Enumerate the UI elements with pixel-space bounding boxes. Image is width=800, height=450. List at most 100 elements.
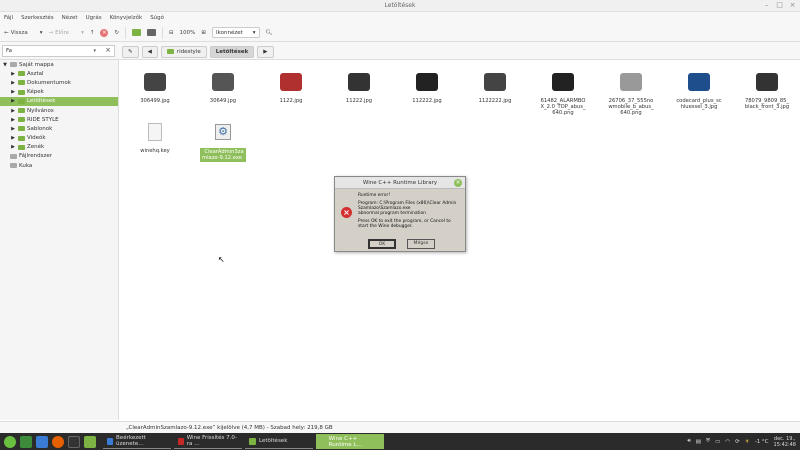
shield-icon[interactable]: ⛨ [706, 438, 710, 445]
file-item[interactable]: winehq.key [132, 118, 178, 154]
sidebar-item[interactable]: ▶ Videók [0, 134, 118, 143]
edit-path-icon[interactable]: ✎ [122, 45, 139, 58]
sidebar-item[interactable]: ▶ Asztal [0, 69, 118, 78]
clipboard-icon[interactable]: ▤ [696, 439, 701, 445]
dialog-close-icon[interactable]: × [454, 179, 462, 187]
up-icon[interactable]: ↑ [90, 30, 95, 36]
forward-button[interactable]: → Előre ▾ [49, 30, 84, 36]
clock[interactable]: dec. 19., 15:42:48 [774, 436, 796, 448]
zoom-in-icon[interactable]: ⊞ [201, 30, 206, 36]
file-item[interactable]: 1122.jpg [268, 68, 314, 104]
breadcrumb-prev-icon[interactable]: ◀ [141, 45, 158, 58]
breadcrumb-item-downloads[interactable]: Letöltések [209, 45, 255, 58]
file-item[interactable]: 11222.jpg [336, 68, 382, 104]
updates-icon[interactable]: ⟳ [735, 439, 740, 445]
sidebar-item[interactable]: ▶ Sablonok [0, 124, 118, 133]
menu-view[interactable]: Nézet [62, 12, 78, 24]
folder-icon [166, 49, 174, 54]
chevron-down-icon: ▾ [81, 29, 84, 36]
close-sidebar-icon[interactable]: × [105, 46, 111, 54]
view-mode-select[interactable]: Ikonnézet ▾ [212, 27, 260, 38]
battery-icon[interactable]: ▭ [715, 439, 720, 445]
file-name: 30649.jpg [209, 98, 237, 104]
file-item[interactable]: 112222.jpg [404, 68, 450, 104]
file-item[interactable]: 30649.jpg [200, 68, 246, 104]
taskbar-task[interactable]: Wine C++ Runtime L… [316, 434, 384, 449]
sidebar-tree: ▼ Saját mappa ▶ Asztal ▶ Dokumentumok ▶ Képek ▶ L… [0, 60, 119, 420]
folder-icon [18, 71, 25, 77]
sidebar-item[interactable]: ▶ Letöltések [0, 96, 118, 106]
menu-edit[interactable]: Szerkesztés [21, 12, 54, 24]
menu-go[interactable]: Ugrás [86, 12, 102, 24]
folder-icon [10, 153, 17, 159]
wifi-icon[interactable]: ◠ [725, 439, 730, 445]
sidebar-item[interactable]: ▶ RIDE STYLE [0, 115, 118, 124]
search-icon[interactable]: 🔍︎ [266, 30, 273, 36]
breadcrumb-next-icon[interactable]: ▶ [257, 45, 274, 58]
sidebar-item[interactable]: ▶ Dokumentumok [0, 78, 118, 87]
arrow-right-icon: → [48, 29, 54, 36]
chevron-right-icon[interactable]: ▶ [10, 89, 16, 95]
chevron-right-icon[interactable]: ▶ [10, 108, 16, 114]
chevron-right-icon[interactable]: ▶ [10, 144, 16, 150]
firefox-icon[interactable] [52, 435, 64, 448]
arrow-left-icon: ← [4, 29, 9, 36]
sidebar-item[interactable]: ▶ Zenék [0, 143, 118, 152]
file-item[interactable]: codecard_plus_schluessel_3.jpg [676, 68, 722, 110]
file-item[interactable]: 78079_9809_85_black_front_3.jpg [744, 68, 790, 110]
menu-help[interactable]: Súgó [150, 12, 164, 24]
chevron-down-icon[interactable]: ▼ [2, 62, 8, 68]
sidebar-mode-select[interactable]: Fa ▾ × [2, 45, 115, 57]
sidebar-item-label: Képek [27, 89, 44, 96]
chevron-right-icon[interactable]: ▶ [10, 126, 16, 132]
stop-icon[interactable]: × [100, 28, 109, 37]
file-item[interactable]: 61482_ALARMBOX_2.0_TOP_abus_640.png [540, 68, 586, 116]
forward-label: Előre [55, 29, 70, 36]
cancel-button[interactable]: Mégse [407, 239, 435, 249]
file-name: 1122222.jpg [478, 98, 512, 104]
volume-icon[interactable]: 🔊︎ [687, 438, 690, 445]
back-button[interactable]: ← Vissza ▾ [4, 30, 43, 36]
taskbar-task[interactable]: Beérkezett üzenete… [103, 434, 171, 449]
file-item[interactable]: 1122222.jpg [472, 68, 518, 104]
terminal-icon[interactable] [68, 435, 80, 448]
chevron-right-icon[interactable]: ▶ [10, 117, 16, 123]
file-item[interactable]: 26706_37_555nowmobile_b_abus_640.png [608, 68, 654, 116]
menu-file[interactable]: Fájl [4, 12, 13, 24]
task-label: Letöltések [259, 438, 288, 444]
chevron-right-icon[interactable]: ▶ [10, 98, 16, 104]
mail-icon[interactable] [36, 435, 48, 448]
close-icon[interactable]: × [789, 2, 796, 9]
dialog-title: Wine C++ Runtime Library [362, 180, 438, 186]
chevron-right-icon[interactable]: ▶ [10, 80, 16, 86]
home-folder-icon[interactable] [132, 29, 142, 36]
taskbar-task[interactable]: Wine Frissítés 7.0-ra … [174, 434, 242, 449]
sidebar-item[interactable]: ▶ Nyilvános [0, 106, 118, 115]
menu-launcher-icon[interactable] [4, 435, 16, 448]
sidebar-item-label: Sablonok [27, 125, 53, 132]
image-thumbnail [276, 68, 306, 96]
sidebar-item[interactable]: ▶ Képek [0, 88, 118, 97]
breadcrumb-item-ridestyle[interactable]: ridestyle [160, 45, 207, 58]
reload-icon[interactable]: ↻ [114, 30, 119, 36]
files-icon[interactable] [84, 435, 96, 448]
chevron-right-icon[interactable]: ▶ [10, 71, 16, 77]
toolbar-separator [162, 26, 164, 39]
zoom-out-icon[interactable]: ⊟ [169, 30, 174, 36]
file-item[interactable]: ⚙ ClearAdminSzamlazo-9.12.exe [200, 118, 246, 162]
sidebar-item[interactable]: Kuka [0, 161, 118, 170]
taskbar-task[interactable]: Letöltések [245, 434, 313, 449]
show-desktop-icon[interactable] [20, 435, 32, 448]
weather-icon[interactable]: ☀ [745, 439, 750, 445]
folder-icon [18, 108, 25, 114]
computer-icon[interactable] [147, 29, 157, 36]
sidebar-item[interactable]: ▼ Saját mappa [0, 60, 118, 69]
sidebar-item[interactable]: Fájlrendszer [0, 152, 118, 161]
file-item[interactable]: 306499.jpg [132, 68, 178, 104]
chevron-right-icon[interactable]: ▶ [10, 135, 16, 141]
maximize-icon[interactable]: □ [776, 2, 783, 9]
mouse-cursor-icon: ↖ [218, 255, 225, 264]
minimize-icon[interactable]: – [763, 2, 770, 9]
menu-bookmarks[interactable]: Könyvjelzők [110, 12, 143, 24]
ok-button[interactable]: OK [368, 239, 396, 249]
